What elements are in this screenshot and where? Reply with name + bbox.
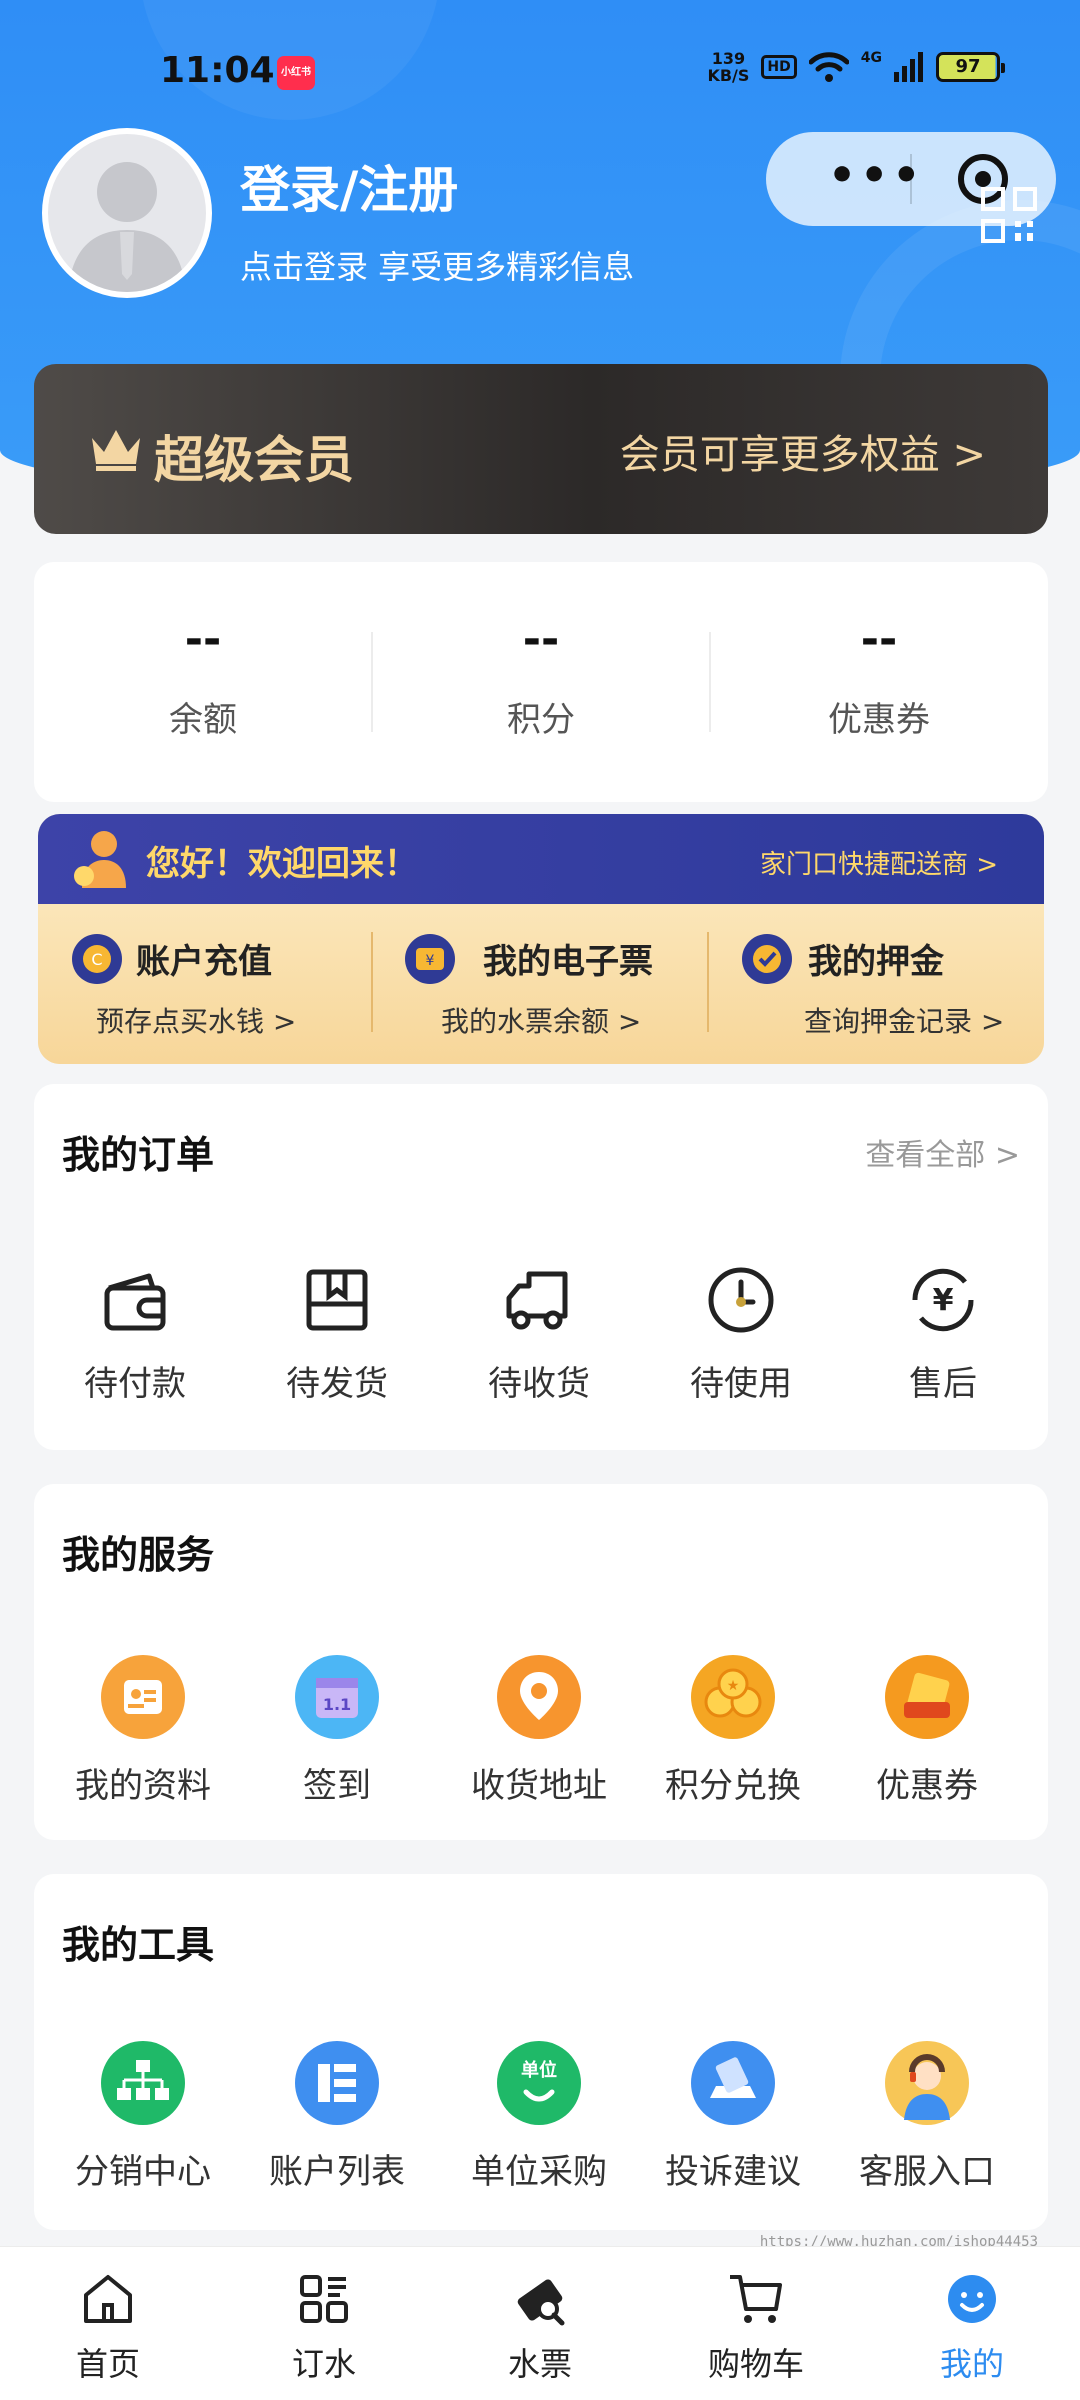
box-icon — [306, 1269, 368, 1331]
app-notification-badge: 小红书 — [277, 56, 315, 90]
status-time: 11:04 — [160, 50, 275, 91]
service-profile[interactable]: 我的资料 — [42, 1654, 244, 1814]
svg-text:C: C — [91, 950, 102, 969]
support-agent-icon — [885, 2041, 969, 2125]
hd-icon: HD — [761, 55, 797, 79]
location-icon — [497, 1655, 581, 1739]
profile-card-icon — [101, 1655, 185, 1739]
my-e-tickets[interactable]: ¥ 我的电子票 我的水票余额 > — [373, 904, 708, 1064]
bag-icon: 单位 — [497, 2041, 581, 2125]
tool-customer-service[interactable]: 客服入口 — [826, 2040, 1028, 2200]
my-deposit[interactable]: 我的押金 查询押金记录 > — [708, 904, 1043, 1064]
tools-title: 我的工具 — [62, 1923, 215, 1967]
login-register-link[interactable]: 登录/注册 — [240, 150, 458, 222]
tab-cart[interactable]: 购物车 — [648, 2247, 864, 2400]
vip-benefits-link[interactable]: 会员可享更多权益 > — [620, 422, 986, 480]
crown-icon — [92, 430, 140, 471]
pending-shipment[interactable]: 待发货 — [236, 1260, 438, 1420]
tab-mine[interactable]: 我的 — [864, 2247, 1080, 2400]
smile-icon — [948, 2275, 996, 2323]
user-welcome-icon — [74, 831, 126, 888]
bottom-tab-bar: 首页 订水 水票 购物车 我的 — [0, 2246, 1080, 2400]
vip-title: 超级会员 — [154, 431, 354, 489]
network-type: 4G — [860, 50, 882, 66]
status-indicators: 139 KB/S HD 4G 97 — [707, 49, 1005, 85]
home-icon — [84, 2275, 132, 2323]
coins-icon: ★ — [691, 1655, 775, 1739]
status-bar: 11:04 小红书 139 KB/S HD 4G 97 — [0, 0, 1080, 140]
stats-card: -- 余额 -- 积分 -- 优惠券 — [34, 562, 1048, 802]
pending-use[interactable]: 待使用 — [640, 1260, 842, 1420]
tool-distribution-center[interactable]: 分销中心 — [42, 2040, 244, 2200]
pending-receipt[interactable]: 待收货 — [438, 1260, 640, 1420]
truck-icon — [506, 1271, 568, 1330]
svg-text:¥: ¥ — [426, 953, 435, 969]
delivery-provider-link[interactable]: 家门口快捷配送商 > — [760, 844, 998, 881]
welcome-banner: 您好！欢迎回来！ 家门口快捷配送商 > C 账户充值 预存点买水钱 > ¥ 我的… — [38, 814, 1044, 1064]
coupon-stat[interactable]: -- 优惠券 — [710, 562, 1048, 802]
service-address[interactable]: 收货地址 — [438, 1654, 640, 1814]
tab-order-water[interactable]: 订水 — [216, 2247, 432, 2400]
battery-icon: 97 — [936, 52, 1005, 82]
avatar[interactable] — [42, 128, 212, 298]
feedback-icon — [691, 2041, 775, 2125]
service-points-exchange[interactable]: ★ 积分兑换 — [632, 1654, 834, 1814]
wallet-icon — [104, 1273, 166, 1331]
network-speed: 139 KB/S — [707, 49, 750, 85]
super-vip-banner[interactable]: 超级会员 会员可享更多权益 > — [34, 364, 1048, 534]
tool-account-list[interactable]: 账户列表 — [236, 2040, 438, 2200]
wifi-icon — [808, 52, 849, 82]
orders-title: 我的订单 — [62, 1133, 215, 1177]
org-chart-icon — [101, 2041, 185, 2125]
my-orders-card: 我的订单 查看全部 > 待付款 待发货 待收货 待使用 ¥ 售后 — [34, 1084, 1048, 1450]
default-avatar-icon — [68, 162, 186, 292]
deposit-icon — [742, 934, 792, 984]
refund-icon: ¥ — [912, 1268, 974, 1332]
services-title: 我的服务 — [62, 1533, 215, 1577]
tab-water-ticket[interactable]: 水票 — [432, 2247, 648, 2400]
cart-icon — [730, 2275, 782, 2323]
account-recharge[interactable]: C 账户充值 预存点买水钱 > — [38, 904, 373, 1064]
pending-payment[interactable]: 待付款 — [34, 1260, 236, 1420]
tab-home[interactable]: 首页 — [0, 2247, 216, 2400]
svg-text:单位: 单位 — [521, 2059, 557, 2081]
view-all-orders-link[interactable]: 查看全部 > — [865, 1130, 1020, 1174]
welcome-header: 您好！欢迎回来！ 家门口快捷配送商 > — [38, 814, 1044, 904]
clock-icon — [708, 1267, 774, 1333]
calendar-icon: 1.1 — [295, 1655, 379, 1739]
svg-text:1.1: 1.1 — [323, 1695, 351, 1714]
my-tools-card: 我的工具 分销中心 账户列表 单位 单位采购 投诉建议 客服入口 — [34, 1874, 1048, 2230]
grid-order-icon — [300, 2275, 348, 2323]
signal-icon — [894, 52, 923, 82]
tool-complaints[interactable]: 投诉建议 — [632, 2040, 834, 2200]
my-services-card: 我的服务 我的资料 1.1 签到 收货地址 ★ 积分兑换 优惠券 — [34, 1484, 1048, 1840]
welcome-title: 您好！欢迎回来！ — [146, 844, 418, 884]
login-subtitle: 点击登录 享受更多精彩信息 — [240, 248, 635, 286]
coin-icon: C — [72, 934, 122, 984]
service-checkin[interactable]: 1.1 签到 — [236, 1654, 438, 1814]
list-icon — [295, 2041, 379, 2125]
water-ticket-icon — [517, 2279, 565, 2326]
svg-text:¥: ¥ — [933, 1283, 954, 1318]
points-stat[interactable]: -- 积分 — [372, 562, 710, 802]
balance-stat[interactable]: -- 余额 — [34, 562, 372, 802]
svg-text:★: ★ — [727, 1678, 740, 1694]
service-coupons[interactable]: 优惠券 — [826, 1654, 1028, 1814]
qr-code-icon[interactable] — [980, 186, 1038, 244]
coupon-icon — [885, 1655, 969, 1739]
ticket-icon: ¥ — [405, 934, 455, 984]
tool-unit-purchase[interactable]: 单位 单位采购 — [438, 2040, 640, 2200]
after-sales[interactable]: ¥ 售后 — [842, 1260, 1044, 1420]
